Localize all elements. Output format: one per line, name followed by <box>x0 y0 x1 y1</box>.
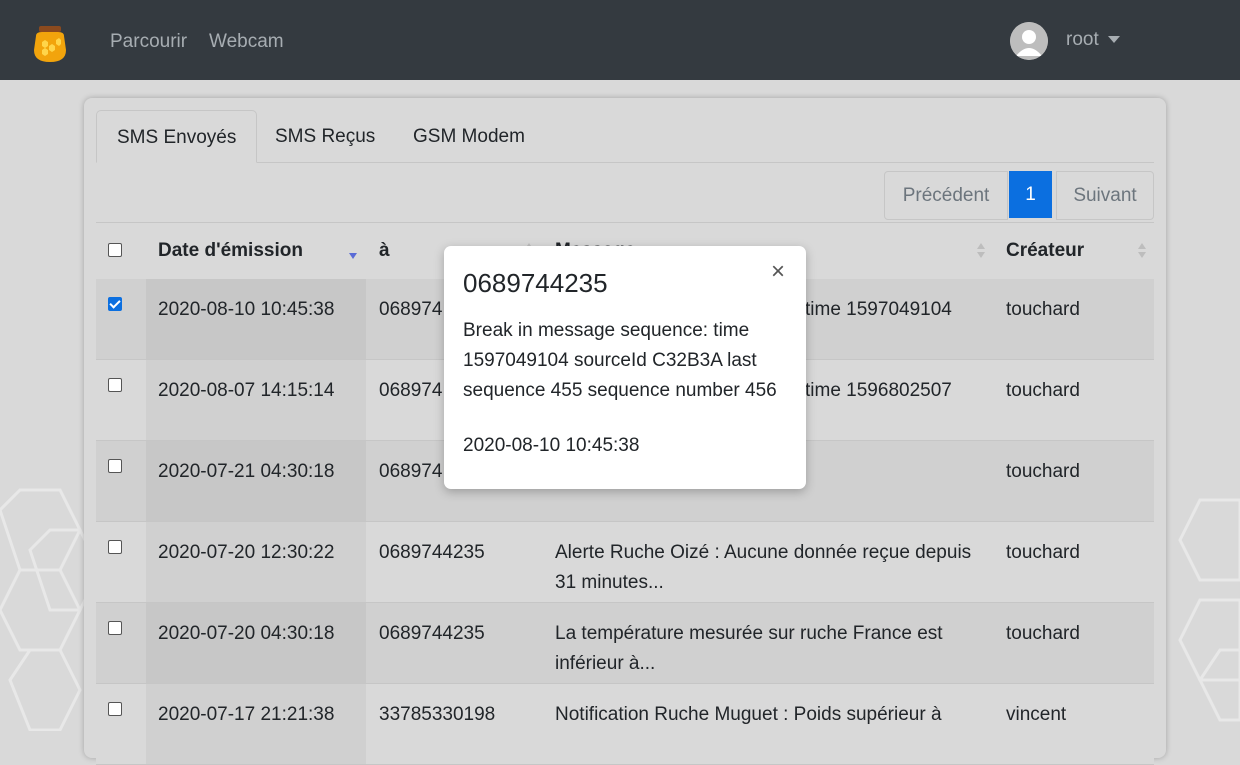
tab-bar: SMS Envoyés SMS Reçus GSM Modem <box>96 110 1154 163</box>
header-creator[interactable]: Créateur <box>1006 240 1084 262</box>
cell-date: 2020-07-20 12:30:22 <box>158 542 335 563</box>
row-checkbox[interactable] <box>108 297 122 311</box>
tab-gsm-modem[interactable]: GSM Modem <box>393 110 545 162</box>
popover-date: 2020-08-10 10:45:38 <box>463 435 640 456</box>
cell-creator: touchard <box>1006 542 1080 563</box>
cell-to: 068974 <box>379 380 443 401</box>
user-menu-label[interactable]: root <box>1066 29 1099 51</box>
close-icon[interactable]: × <box>771 258 785 286</box>
popover-message: Break in message sequence: time 15970491… <box>463 320 777 401</box>
user-icon <box>1010 22 1048 60</box>
pagination-previous-button[interactable]: Précédent <box>884 171 1008 220</box>
header-date[interactable]: Date d'émission <box>158 240 303 262</box>
cell-creator: vincent <box>1006 704 1067 725</box>
cell-message[interactable]: La température mesurée sur ruche France … <box>555 619 975 679</box>
cell-date: 2020-07-20 04:30:18 <box>158 623 335 644</box>
cell-date: 2020-07-21 04:30:18 <box>158 461 335 482</box>
popover-title: 0689744235 <box>463 268 608 298</box>
header-to[interactable]: à <box>379 240 390 262</box>
cell-to: 0689744235 <box>379 623 485 644</box>
select-all-checkbox[interactable] <box>108 243 122 257</box>
top-navbar: Parcourir Webcam root <box>0 0 1240 80</box>
cell-message[interactable]: Notification Ruche Muguet : Poids supéri… <box>555 700 985 730</box>
row-checkbox[interactable] <box>108 702 122 716</box>
cell-date: 2020-08-07 14:15:14 <box>158 380 335 401</box>
row-checkbox[interactable] <box>108 540 122 554</box>
chevron-down-icon[interactable] <box>1108 36 1120 43</box>
table-row[interactable]: 2020-07-17 21:21:38 33785330198 Notifica… <box>96 684 1154 765</box>
cell-date: 2020-08-10 10:45:38 <box>158 299 335 320</box>
cell-to: 068974 <box>379 299 443 320</box>
row-checkbox[interactable] <box>108 459 122 473</box>
nav-link-parcourir[interactable]: Parcourir <box>110 31 187 53</box>
cell-message[interactable]: Alerte Ruche Oizé : Aucune donnée reçue … <box>555 538 975 598</box>
cell-creator: touchard <box>1006 380 1080 401</box>
cell-to: 33785330198 <box>379 704 496 725</box>
cell-creator: touchard <box>1006 299 1080 320</box>
tab-sms-recus[interactable]: SMS Reçus <box>255 110 395 162</box>
row-checkbox[interactable] <box>108 621 122 635</box>
sort-icon[interactable] <box>977 243 985 259</box>
pagination-page-1[interactable]: 1 <box>1009 171 1052 218</box>
pagination-next-button[interactable]: Suivant <box>1056 171 1154 220</box>
table-row[interactable]: 2020-07-20 04:30:18 0689744235 La tempér… <box>96 603 1154 684</box>
cell-creator: touchard <box>1006 461 1080 482</box>
cell-to: 068974 <box>379 461 443 482</box>
cell-date: 2020-07-17 21:21:38 <box>158 704 335 725</box>
nav-link-webcam[interactable]: Webcam <box>209 31 284 53</box>
tab-sms-envoyes[interactable]: SMS Envoyés <box>96 110 258 163</box>
cell-creator: touchard <box>1006 623 1080 644</box>
message-popover: 0689744235 × Break in message sequence: … <box>444 246 806 489</box>
table-row[interactable]: 2020-07-20 12:30:22 0689744235 Alerte Ru… <box>96 522 1154 603</box>
sort-desc-icon[interactable] <box>349 243 357 259</box>
sort-icon[interactable] <box>1138 243 1146 259</box>
row-checkbox[interactable] <box>108 378 122 392</box>
honey-pot-logo-icon[interactable] <box>30 24 70 64</box>
user-avatar[interactable] <box>1010 22 1048 60</box>
cell-to: 0689744235 <box>379 542 485 563</box>
